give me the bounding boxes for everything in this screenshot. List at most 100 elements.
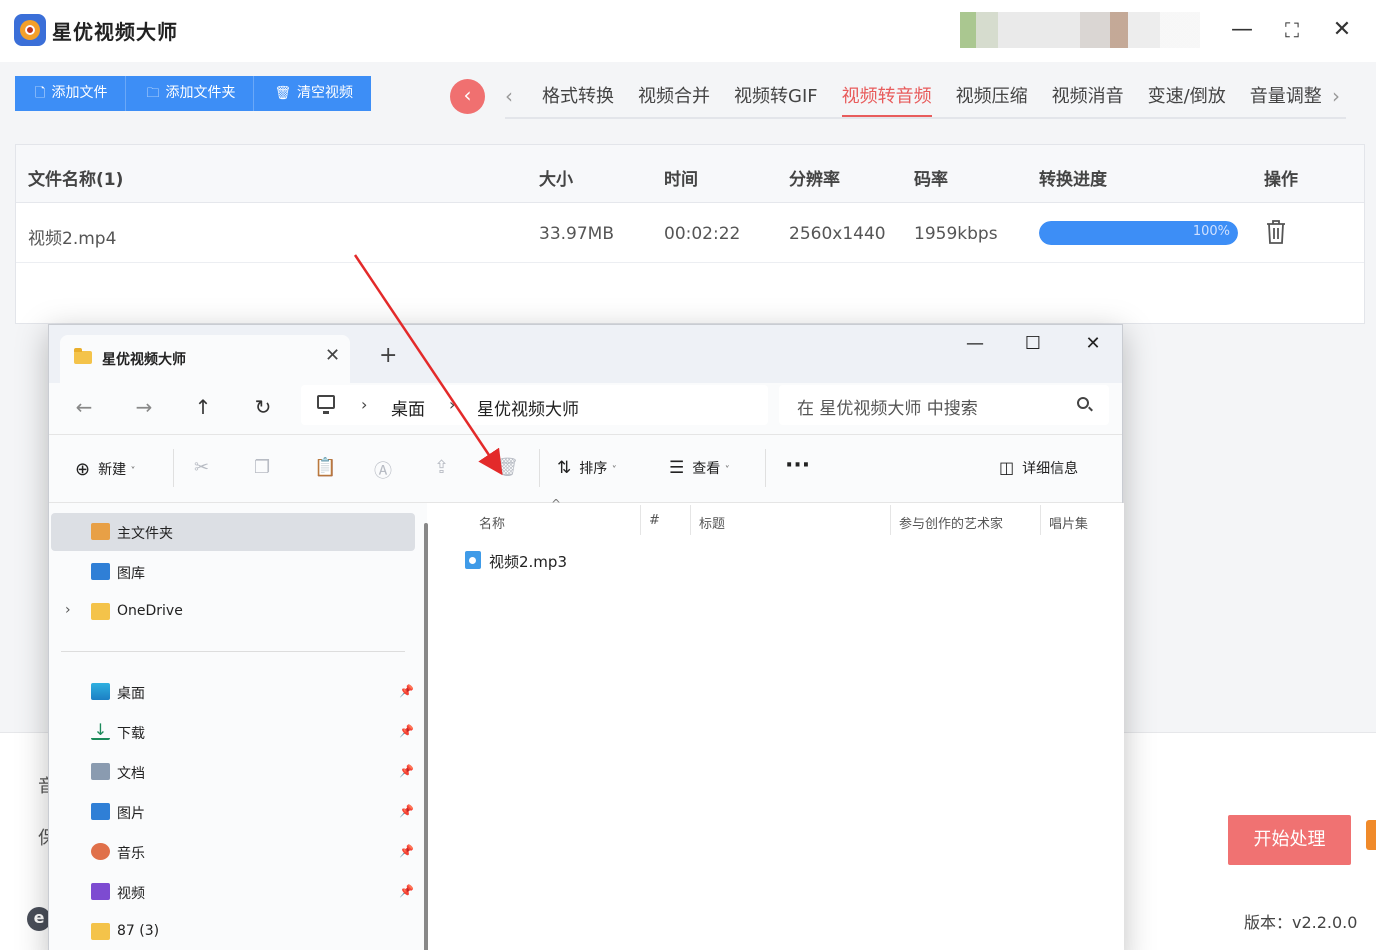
rename-icon[interactable]: Ⓐ: [374, 457, 392, 483]
pin-icon[interactable]: 📌: [399, 844, 414, 858]
cut-icon[interactable]: ✂: [194, 457, 209, 478]
computer-icon: [317, 395, 335, 414]
nav-item[interactable]: 视频 📌: [51, 873, 415, 911]
clear-videos-button[interactable]: 🗑 清空视频: [254, 76, 371, 111]
add-folder-button[interactable]: 🗀 添加文件夹: [126, 76, 255, 111]
new-button[interactable]: ⊕ 新建 ˅: [75, 458, 136, 480]
minimize-icon[interactable]: —: [955, 333, 995, 359]
tab-3[interactable]: 视频转音频: [841, 82, 932, 118]
new-tab-icon[interactable]: +: [379, 343, 397, 368]
view-list-icon: ☰: [669, 458, 685, 478]
col-name: 文件名称(1): [28, 170, 124, 190]
column-divider[interactable]: [890, 505, 891, 535]
explorer-tab[interactable]: 星优视频大师 ✕: [60, 335, 350, 383]
function-tabs: 格式转换 视频合并 视频转GIF 视频转音频 视频压缩 视频消音 变速/倒放 音量调整: [530, 82, 1334, 118]
nav-item[interactable]: 图库: [51, 553, 415, 591]
pin-icon[interactable]: 📌: [399, 764, 414, 778]
nav-item[interactable]: 桌面 📌: [51, 673, 415, 711]
minimize-icon[interactable]: —: [1228, 16, 1256, 44]
close-tab-icon[interactable]: ✕: [325, 345, 340, 366]
toolbar-divider: [539, 449, 540, 487]
file-resolution: 2560x1440: [789, 224, 886, 244]
pin-icon[interactable]: 📌: [399, 804, 414, 818]
tab-4[interactable]: 视频压缩: [956, 82, 1028, 118]
breadcrumb-current-folder[interactable]: 星优视频大师: [477, 395, 579, 420]
delete-icon[interactable]: 🗑: [496, 457, 519, 478]
column-divider[interactable]: [690, 505, 691, 535]
pin-icon[interactable]: 📌: [399, 884, 414, 898]
folder-icon: [91, 923, 110, 940]
chevron-down-icon: ˅: [724, 465, 730, 476]
up-arrow-icon[interactable]: ↑: [188, 395, 218, 419]
copy-icon[interactable]: ❐: [254, 457, 270, 478]
close-icon[interactable]: ✕: [1328, 16, 1356, 44]
delete-icon[interactable]: [1264, 219, 1288, 245]
tab-6[interactable]: 变速/倒放: [1148, 82, 1226, 118]
sort-button[interactable]: ⇅ 排序 ˅: [557, 458, 617, 478]
column-album[interactable]: 唱片集: [1049, 513, 1088, 532]
details-pane-button[interactable]: ◫ 详细信息: [999, 458, 1078, 478]
nav-scrollbar[interactable]: [424, 523, 428, 950]
table-row[interactable]: 视频2.mp4 33.97MB 00:02:22 2560x1440 1959k…: [16, 203, 1364, 263]
nav-item[interactable]: ↓ 下载 📌: [51, 713, 415, 751]
column-divider[interactable]: [640, 505, 641, 535]
nav-item[interactable]: 音乐 📌: [51, 833, 415, 871]
paste-icon[interactable]: 📋: [314, 457, 336, 478]
view-button[interactable]: ☰ 查看 ˅: [669, 458, 730, 478]
breadcrumb-desktop[interactable]: 桌面: [391, 395, 425, 420]
tabs-scroll-right-icon[interactable]: ›: [1332, 84, 1340, 108]
more-options-icon[interactable]: ···: [785, 453, 810, 478]
document-icon: [91, 763, 110, 780]
explorer-title-bar: 星优视频大师 ✕ + — ☐ ✕: [49, 325, 1122, 383]
address-bar[interactable]: › 桌面 › 星优视频大师: [301, 385, 768, 425]
desktop-icon: [91, 683, 110, 700]
file-icon: 🗋: [35, 86, 46, 101]
search-box[interactable]: 在 星优视频大师 中搜索: [779, 385, 1109, 425]
pin-icon[interactable]: 📌: [399, 684, 414, 698]
side-promo-icon[interactable]: [1366, 820, 1376, 850]
breadcrumb-chevron-icon[interactable]: ›: [361, 395, 367, 414]
maximize-icon[interactable]: ⛶: [1278, 16, 1306, 44]
tab-1[interactable]: 视频合并: [638, 82, 710, 118]
back-icon[interactable]: ‹: [450, 79, 485, 114]
nav-item[interactable]: OneDrive ›: [51, 593, 415, 631]
app-title: 星优视频大师: [52, 20, 178, 44]
expand-chevron-icon[interactable]: ›: [65, 602, 71, 618]
music-icon: [91, 843, 110, 860]
tab-2[interactable]: 视频转GIF: [734, 82, 818, 118]
maximize-icon[interactable]: ☐: [1013, 333, 1053, 359]
add-file-button[interactable]: 🗋 添加文件: [15, 76, 127, 111]
download-icon: ↓: [91, 722, 110, 740]
chevron-down-icon: ˅: [611, 465, 617, 476]
pin-icon[interactable]: 📌: [399, 724, 414, 738]
user-avatar-blurred[interactable]: [960, 12, 1200, 48]
column-artist[interactable]: 参与创作的艺术家: [899, 513, 1003, 532]
nav-divider: [61, 651, 405, 652]
nav-item-label: 下载: [117, 726, 145, 742]
tab-7[interactable]: 音量调整: [1250, 82, 1322, 118]
nav-item[interactable]: 主文件夹: [51, 513, 415, 551]
forward-arrow-icon[interactable]: →: [129, 395, 159, 419]
tab-5[interactable]: 视频消音: [1052, 82, 1124, 118]
tab-0[interactable]: 格式转换: [542, 82, 614, 118]
column-title[interactable]: 标题: [699, 513, 725, 532]
nav-item[interactable]: 87 (3): [51, 913, 415, 950]
col-action: 操作: [1264, 170, 1298, 190]
back-arrow-icon[interactable]: ←: [69, 395, 99, 419]
explorer-body: 主文件夹 图库 OneDrive › 桌面 📌 ↓ 下载 📌 文档 📌 图片 📌 音乐 📌 视频 📌 87 (3)…: [49, 497, 1124, 950]
sort-icon: ⇅: [557, 458, 572, 478]
close-icon[interactable]: ✕: [1073, 333, 1113, 359]
start-processing-button[interactable]: 开始处理: [1228, 815, 1351, 865]
chevron-down-icon: ˅: [130, 466, 136, 477]
column-name[interactable]: 名称: [479, 513, 505, 532]
nav-item[interactable]: 图片 📌: [51, 793, 415, 831]
refresh-icon[interactable]: ↻: [248, 395, 278, 419]
tabs-scroll-left-icon[interactable]: ‹: [505, 84, 513, 108]
col-bitrate: 码率: [914, 170, 948, 190]
column-divider[interactable]: [1040, 505, 1041, 535]
file-toolbar: 🗋 添加文件 🗀 添加文件夹 🗑 清空视频: [15, 76, 371, 111]
breadcrumb-chevron-icon[interactable]: ›: [449, 395, 455, 414]
nav-item[interactable]: 文档 📌: [51, 753, 415, 791]
share-icon[interactable]: ⇪: [434, 457, 449, 478]
column-number[interactable]: #: [649, 513, 660, 528]
